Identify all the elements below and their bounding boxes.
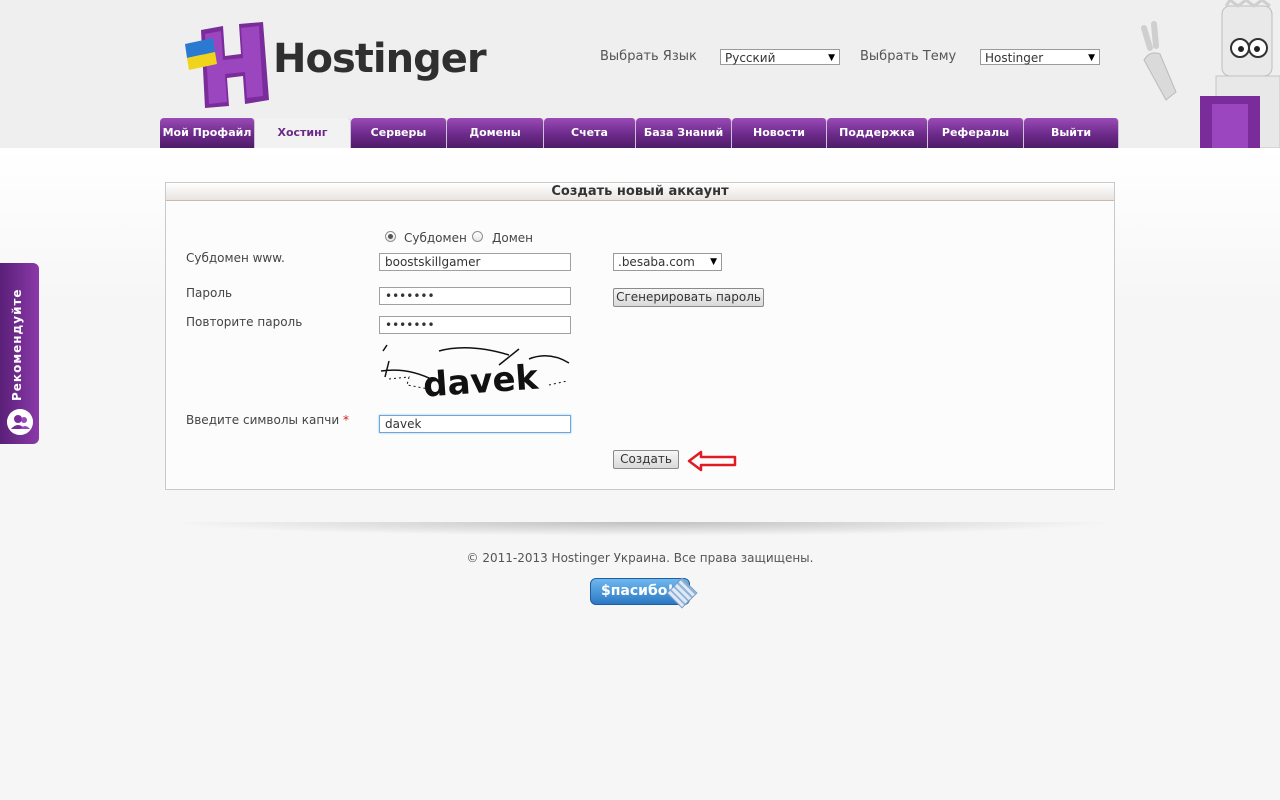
dropdown-arrow-icon: ▼ bbox=[710, 257, 717, 267]
nav-tab-support[interactable]: Поддержка bbox=[827, 118, 928, 148]
logo-h-mark-icon bbox=[185, 22, 269, 108]
mascot-image bbox=[1141, 0, 1280, 148]
spasibo-button[interactable]: $пасибо! bbox=[590, 577, 698, 609]
captcha-label: Введите символы капчи * bbox=[186, 413, 349, 427]
create-account-panel: Создать новый аккаунт Субдомен Домен Суб… bbox=[165, 182, 1115, 490]
nav-tab-profile[interactable]: Мой Профайл bbox=[160, 118, 255, 148]
nav-tab-invoices[interactable]: Счета bbox=[544, 118, 636, 148]
nav-tab-referrals[interactable]: Рефералы bbox=[928, 118, 1024, 148]
copyright-text: © 2011-2013 Hostinger Украина. Все права… bbox=[466, 551, 814, 565]
domain-radio-label: Домен bbox=[492, 231, 533, 245]
domain-suffix-value: .besaba.com bbox=[618, 255, 695, 269]
theme-label: Выбрать Тему bbox=[860, 49, 957, 64]
nav-tab-news[interactable]: Новости bbox=[732, 118, 827, 148]
nav-tab-knowledge-base[interactable]: База Знаний bbox=[636, 118, 732, 148]
recommend-side-tab[interactable]: Рекомендуйте bbox=[0, 263, 39, 444]
nav-tab-logout[interactable]: Выйти bbox=[1024, 118, 1119, 148]
domain-radio[interactable] bbox=[472, 231, 483, 242]
captcha-image: davek bbox=[380, 344, 570, 401]
language-select-value: Русский bbox=[725, 51, 776, 65]
nav-tab-hosting[interactable]: Хостинг bbox=[255, 118, 351, 148]
dropdown-arrow-icon: ▼ bbox=[1088, 53, 1095, 63]
repeat-password-label: Повторите пароль bbox=[186, 315, 303, 329]
hostinger-logo[interactable]: Hostinger bbox=[183, 22, 487, 110]
generate-password-button[interactable]: Сгенерировать пароль bbox=[613, 288, 764, 307]
subdomain-label: Субдомен www. bbox=[186, 251, 285, 265]
red-arrow-annotation-icon bbox=[687, 450, 737, 472]
subdomain-input[interactable]: boostskillgamer bbox=[379, 253, 571, 271]
create-button[interactable]: Создать bbox=[613, 450, 679, 469]
dropdown-arrow-icon: ▼ bbox=[828, 53, 835, 63]
domain-suffix-select[interactable]: .besaba.com ▼ bbox=[613, 253, 722, 271]
spasibo-label: $пасибо! bbox=[601, 583, 674, 599]
theme-select-value: Hostinger bbox=[985, 51, 1044, 65]
users-icon bbox=[7, 409, 33, 435]
subdomain-radio[interactable] bbox=[385, 231, 396, 242]
repeat-password-input[interactable]: ••••••• bbox=[379, 316, 571, 334]
password-label: Пароль bbox=[186, 286, 233, 300]
nav-tab-servers[interactable]: Серверы bbox=[351, 118, 447, 148]
theme-select[interactable]: Hostinger ▼ bbox=[980, 49, 1100, 65]
language-label: Выбрать Язык bbox=[600, 49, 697, 64]
password-input[interactable]: ••••••• bbox=[379, 287, 571, 305]
panel-title: Создать новый аккаунт bbox=[166, 183, 1114, 201]
required-mark: * bbox=[342, 413, 349, 427]
nav-tab-domains[interactable]: Домены bbox=[447, 118, 544, 148]
language-select[interactable]: Русский ▼ bbox=[720, 49, 840, 65]
main-nav: Мой Профайл Хостинг Серверы Домены Счета… bbox=[160, 118, 1119, 148]
captcha-text: davek bbox=[422, 358, 541, 401]
footer-divider bbox=[165, 522, 1120, 536]
logo-text: Hostinger bbox=[273, 36, 487, 82]
captcha-label-text: Введите символы капчи bbox=[186, 413, 340, 427]
recommend-label: Рекомендуйте bbox=[10, 288, 24, 401]
subdomain-radio-label: Субдомен bbox=[404, 231, 467, 245]
captcha-input[interactable]: davek bbox=[379, 415, 571, 433]
